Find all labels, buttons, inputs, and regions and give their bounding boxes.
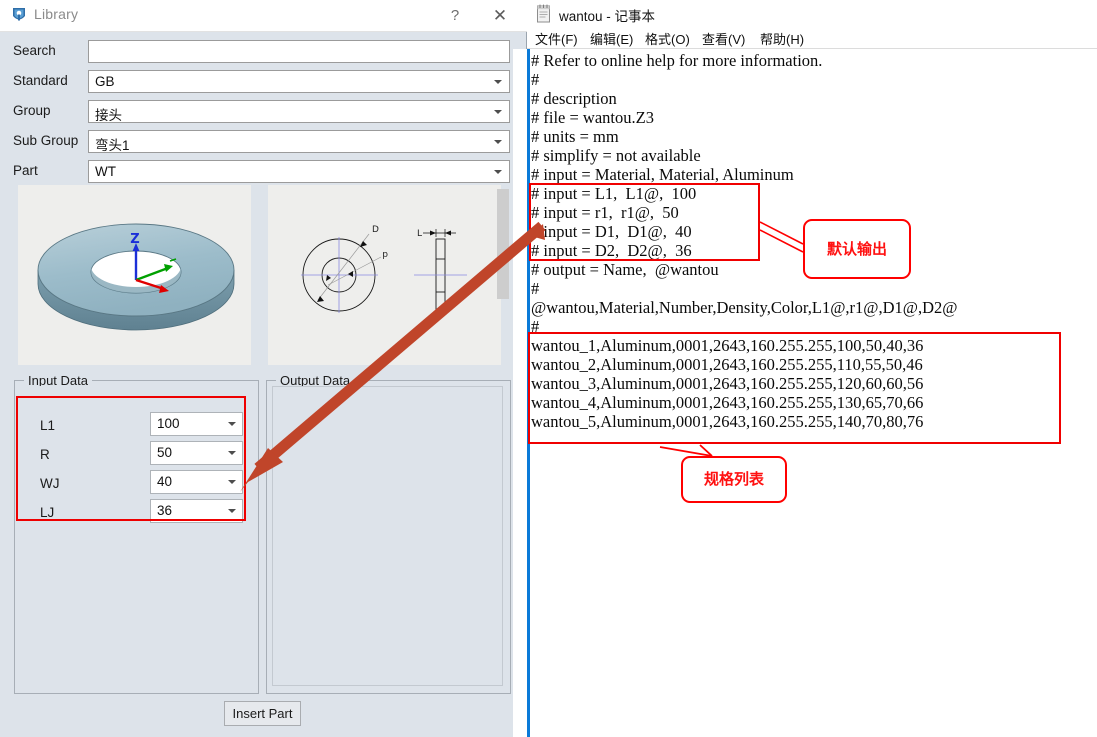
menu-view[interactable]: 查看(V) — [702, 29, 745, 48]
callout-spec-list: 规格列表 — [681, 456, 787, 503]
input-field-lj[interactable]: 36 — [150, 499, 243, 523]
library-window: Library ? ✕ Search Standard GB Group 接头 … — [0, 0, 527, 737]
washer-2d-drawing: D d L — [268, 185, 501, 365]
help-button[interactable]: ? — [440, 2, 470, 29]
label-part: Part — [13, 163, 38, 178]
input-value-l1: 100 — [157, 416, 180, 431]
text-line: @wantou,Material,Number,Density,Color,L1… — [531, 298, 957, 317]
text-line: # Refer to online help for more informat… — [531, 51, 822, 70]
dim-label-L: L — [417, 229, 422, 239]
text-line: # simplify = not available — [531, 146, 701, 165]
text-line: # file = wantou.Z3 — [531, 108, 654, 127]
text-line: wantou_3,Aluminum,0001,2643,160.255.255,… — [531, 374, 923, 393]
text-line: wantou_5,Aluminum,0001,2643,160.255.255,… — [531, 412, 923, 431]
callout-default-output-label: 默认输出 — [805, 221, 909, 277]
menu-help[interactable]: 帮助(H) — [760, 29, 804, 48]
chevron-down-icon[interactable] — [228, 480, 236, 484]
sub-group-select[interactable]: 弯头1 — [88, 130, 510, 153]
search-input[interactable] — [88, 40, 510, 63]
notepad-window: wantou - 记事本 文件(F) 编辑(E) 格式(O) 查看(V) 帮助(… — [527, 0, 1097, 737]
output-data-body — [272, 386, 503, 686]
library-shield-icon — [10, 6, 28, 24]
form-row-sub-group: Sub Group 弯头1 — [0, 130, 527, 155]
menu-format[interactable]: 格式(O) — [645, 29, 690, 48]
library-titlebar: Library ? ✕ — [0, 0, 527, 32]
input-label-l1: L1 — [40, 418, 55, 433]
input-label-lj: LJ — [40, 505, 54, 520]
menu-file[interactable]: 文件(F) — [535, 29, 578, 48]
input-label-r: R — [40, 447, 50, 462]
chevron-down-icon[interactable] — [228, 422, 236, 426]
close-icon[interactable]: ✕ — [480, 2, 520, 29]
chevron-down-icon[interactable] — [228, 509, 236, 513]
form-row-standard: Standard GB — [0, 70, 527, 95]
notepad-window-title: wantou - 记事本 — [559, 5, 655, 25]
form-row-part: Part WT — [0, 160, 527, 185]
group-select-value: 接头 — [95, 104, 122, 124]
text-line: # units = mm — [531, 127, 619, 146]
chevron-down-icon[interactable] — [494, 80, 502, 84]
text-line: # input = D2, D2@, 36 — [531, 241, 692, 260]
standard-select[interactable]: GB — [88, 70, 510, 93]
notepad-titlebar: wantou - 记事本 — [527, 0, 1097, 27]
label-group: Group — [13, 103, 51, 118]
text-line: # — [531, 70, 539, 89]
input-field-l1[interactable]: 100 — [150, 412, 243, 436]
input-value-r: 50 — [157, 445, 172, 460]
output-data-group: Output Data — [266, 380, 511, 694]
chevron-down-icon[interactable] — [494, 170, 502, 174]
chevron-down-icon[interactable] — [494, 140, 502, 144]
input-field-r[interactable]: 50 — [150, 441, 243, 465]
notepad-text-area[interactable]: # Refer to online help for more informat… — [530, 49, 1097, 737]
input-label-wj: WJ — [40, 476, 60, 491]
input-value-wj: 40 — [157, 474, 172, 489]
label-sub-group: Sub Group — [13, 133, 78, 148]
chevron-down-icon[interactable] — [228, 451, 236, 455]
text-line: # description — [531, 89, 617, 108]
form-row-group: Group 接头 — [0, 100, 527, 125]
input-data-group: Input Data L1 100 R 50 WJ 40 — [14, 380, 259, 694]
part-select-value: WT — [95, 164, 116, 179]
text-line: # input = D1, D1@, 40 — [531, 222, 692, 241]
text-line: # input = r1, r1@, 50 — [531, 203, 679, 222]
label-search: Search — [13, 43, 56, 58]
sub-group-select-value: 弯头1 — [95, 134, 130, 154]
insert-part-button[interactable]: Insert Part — [224, 701, 301, 726]
input-value-lj: 36 — [157, 503, 172, 518]
notepad-icon — [535, 4, 552, 23]
text-line: wantou_1,Aluminum,0001,2643,160.255.255,… — [531, 336, 923, 355]
text-line: # input = Material, Material, Aluminum — [531, 165, 794, 184]
form-row-search: Search — [0, 40, 527, 65]
chevron-down-icon[interactable] — [494, 110, 502, 114]
input-row-lj: LJ 36 — [20, 499, 251, 528]
text-line: # — [531, 279, 539, 298]
vertical-scrollbar-track[interactable] — [513, 49, 527, 737]
washer-3d-preview: Z — [18, 185, 251, 365]
library-window-title: Library — [34, 6, 78, 22]
callout-spec-list-label: 规格列表 — [683, 458, 785, 501]
svg-text:Z: Z — [130, 232, 139, 247]
standard-select-value: GB — [95, 74, 115, 89]
text-line: wantou_4,Aluminum,0001,2643,160.255.255,… — [531, 393, 923, 412]
vertical-scrollbar-thumb[interactable] — [497, 189, 509, 299]
callout-default-output: 默认输出 — [803, 219, 911, 279]
input-data-body: L1 100 R 50 WJ 40 — [20, 386, 251, 686]
dim-label-D: D — [372, 225, 379, 235]
text-line: # output = Name, @wantou — [531, 260, 719, 279]
notepad-menubar: 文件(F) 编辑(E) 格式(O) 查看(V) 帮助(H) — [527, 27, 1097, 48]
text-line: # input = L1, L1@, 100 — [531, 184, 696, 203]
menu-edit[interactable]: 编辑(E) — [590, 29, 633, 48]
part-select[interactable]: WT — [88, 160, 510, 183]
text-line: # — [531, 317, 539, 336]
group-select[interactable]: 接头 — [88, 100, 510, 123]
input-row-r: R 50 — [20, 441, 251, 470]
label-standard: Standard — [13, 73, 68, 88]
input-field-wj[interactable]: 40 — [150, 470, 243, 494]
input-row-wj: WJ 40 — [20, 470, 251, 499]
text-line: wantou_2,Aluminum,0001,2643,160.255.255,… — [531, 355, 923, 374]
input-row-l1: L1 100 — [20, 412, 251, 441]
dim-label-d: d — [382, 249, 388, 259]
